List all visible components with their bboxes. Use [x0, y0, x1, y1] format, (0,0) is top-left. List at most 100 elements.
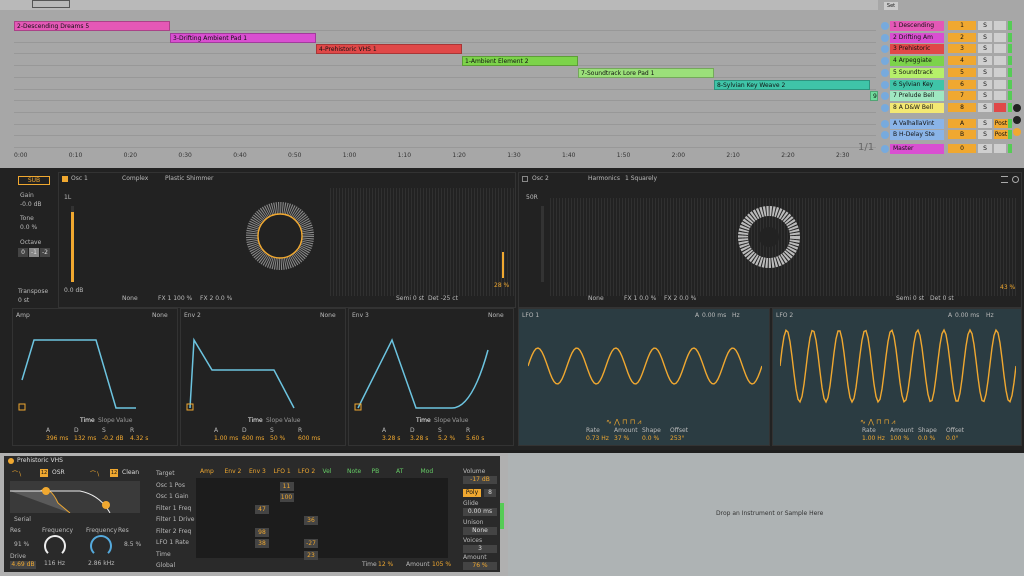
envelope-tab[interactable]: Value [116, 417, 132, 424]
matrix-cell[interactable]: 100 [279, 493, 294, 502]
octave-option[interactable]: -2 [40, 248, 50, 257]
envelope-tab[interactable]: Time [248, 417, 263, 424]
track-name[interactable]: 7 Prelude Bell [890, 91, 944, 102]
drive-value[interactable]: 4.69 dB [10, 561, 36, 569]
lfo-rate-value[interactable]: 1.00 Hz [862, 435, 885, 442]
track-icon[interactable] [881, 68, 889, 77]
freq2-knob[interactable] [90, 535, 112, 557]
matrix-header[interactable]: Vel [323, 468, 332, 475]
arm-button[interactable] [994, 56, 1006, 66]
amount-value[interactable]: 105 % [432, 561, 451, 568]
envelope-curve[interactable] [16, 320, 166, 420]
matrix-cell[interactable]: 38 [255, 539, 269, 548]
arrangement-clip[interactable]: 2-Descending Dreams 5 [14, 21, 170, 31]
solo-button[interactable]: S [978, 56, 992, 66]
osc2-wavetable-display[interactable] [728, 196, 810, 278]
octave-switch[interactable]: 0 -1 -2 [18, 248, 50, 257]
matrix-header[interactable]: Mod [421, 468, 434, 475]
lfo2-shape-icons[interactable]: ∿ ⋀ ⊓ ⊓ ⩘ [860, 418, 895, 427]
lfo2-hz[interactable]: Hz [986, 312, 994, 319]
matrix-header[interactable]: Env 3 [249, 468, 266, 475]
track-icon[interactable] [881, 80, 889, 89]
track-name[interactable]: 5 Soundtrack [890, 67, 944, 78]
envelope-tab[interactable]: Slope [434, 417, 451, 424]
track-icon[interactable] [881, 57, 889, 66]
arrangement-clip[interactable]: 9- [870, 91, 878, 102]
matrix-row-label[interactable]: Filter 1 Drive [156, 516, 195, 523]
track-header[interactable]: 7 Prelude Bell 7 S [880, 91, 1020, 102]
track-header[interactable]: B H-Delay Ste B S Post [880, 130, 1020, 141]
arrangement-clip[interactable]: 1-Ambient Element 2 [462, 56, 578, 67]
io-icon[interactable] [1013, 104, 1021, 112]
osc2-fx-mode[interactable]: None [588, 295, 604, 302]
post-button[interactable]: Post [994, 130, 1008, 140]
track-name[interactable]: 4 Arpeggiate [890, 56, 944, 67]
osc1-fx-mode[interactable]: None [122, 295, 138, 302]
solo-button[interactable]: S [978, 79, 992, 89]
track-number[interactable]: 0 [948, 144, 976, 153]
track-number[interactable]: 8 [948, 102, 976, 112]
envelope-tab[interactable]: Value [284, 417, 300, 424]
menu-icon[interactable] [1001, 176, 1008, 183]
track-icon[interactable] [881, 145, 889, 153]
volume-value[interactable]: -17 dB [463, 476, 497, 484]
track-header[interactable]: 4 Arpeggiate 4 S [880, 56, 1020, 67]
glide-value[interactable]: 0.00 ms [463, 508, 497, 516]
track-icon[interactable] [881, 103, 889, 112]
track-icon[interactable] [881, 92, 889, 101]
track-name[interactable]: 3 Prehistoric [890, 44, 944, 55]
track-header[interactable]: 2 Drifting Am 2 S [880, 32, 1020, 43]
envelope-r-value[interactable]: 5.60 s [466, 435, 484, 442]
solo-button[interactable]: S [978, 32, 992, 42]
track-header[interactable]: 3 Prehistoric 3 S [880, 44, 1020, 55]
filter2-type[interactable]: Clean [122, 469, 139, 476]
filter2-shape-icon[interactable]: ⌒∖ [90, 469, 100, 478]
res-value[interactable]: 91 % [14, 541, 29, 548]
track-name[interactable]: 6 Sylvian Key [890, 79, 944, 90]
lfo1-shape-icons[interactable]: ∿ ⋀ ⊓ ⊓ ⩘ [606, 418, 641, 427]
envelope-tab[interactable]: Time [416, 417, 431, 424]
envelope-curve[interactable] [352, 320, 502, 420]
track-header[interactable]: A ValhallaVint A S Post [880, 118, 1020, 129]
envelope-d-value[interactable]: 600 ms [242, 435, 264, 442]
envelope-d-value[interactable]: 132 ms [74, 435, 96, 442]
post-button[interactable]: Post [994, 118, 1008, 128]
track-name[interactable]: A ValhallaVint [890, 118, 944, 129]
tone-value[interactable]: 0.0 % [20, 224, 37, 231]
envelope-a-value[interactable]: 3.28 s [382, 435, 400, 442]
matrix-cell[interactable]: 47 [255, 504, 269, 514]
matrix-cell[interactable]: 98 [255, 527, 269, 537]
matrix-header[interactable]: LFO 1 [274, 468, 291, 475]
solo-button[interactable]: S [978, 118, 992, 128]
transpose-value[interactable]: 0 st [18, 297, 29, 304]
matrix-row-label[interactable]: Filter 2 Freq [156, 528, 191, 535]
osc1-gain-slider[interactable] [71, 206, 74, 282]
envelope-r-value[interactable]: 600 ms [298, 435, 320, 442]
gain-value[interactable]: -0.0 dB [20, 201, 42, 208]
track-icon[interactable] [881, 33, 889, 42]
envelope-tab[interactable]: Value [452, 417, 468, 424]
freq2-value[interactable]: 2.86 kHz [88, 560, 114, 567]
solo-button[interactable]: S [978, 102, 992, 112]
envelope-curve[interactable] [184, 320, 334, 420]
arrangement-clip[interactable]: 4-Prehistoric VHS 1 [316, 44, 462, 55]
track-name[interactable]: 2 Drifting Am [890, 32, 944, 43]
freq-knob[interactable] [44, 535, 66, 557]
filter1-shape-icon[interactable]: ⌒∖ [12, 469, 22, 478]
overview-window[interactable] [32, 0, 70, 8]
track-name[interactable]: 1 Descending [890, 21, 944, 31]
track-number[interactable]: 7 [948, 91, 976, 101]
res2-value[interactable]: 8.5 % [124, 541, 141, 548]
lfo-offset-value[interactable]: 253° [670, 435, 684, 442]
track-number[interactable]: 3 [948, 44, 976, 54]
envelope-a-value[interactable]: 1.00 ms [214, 435, 238, 442]
lfo-amount-value[interactable]: 100 % [890, 435, 909, 442]
matrix-header[interactable]: Note [347, 468, 361, 475]
arm-button[interactable] [994, 79, 1006, 89]
arm-button[interactable] [994, 32, 1006, 42]
return-icon[interactable] [1013, 128, 1021, 136]
track-number[interactable]: 1 [948, 21, 976, 30]
solo-button[interactable]: S [978, 91, 992, 101]
track-number[interactable]: 4 [948, 56, 976, 66]
octave-option[interactable]: 0 [18, 248, 28, 257]
